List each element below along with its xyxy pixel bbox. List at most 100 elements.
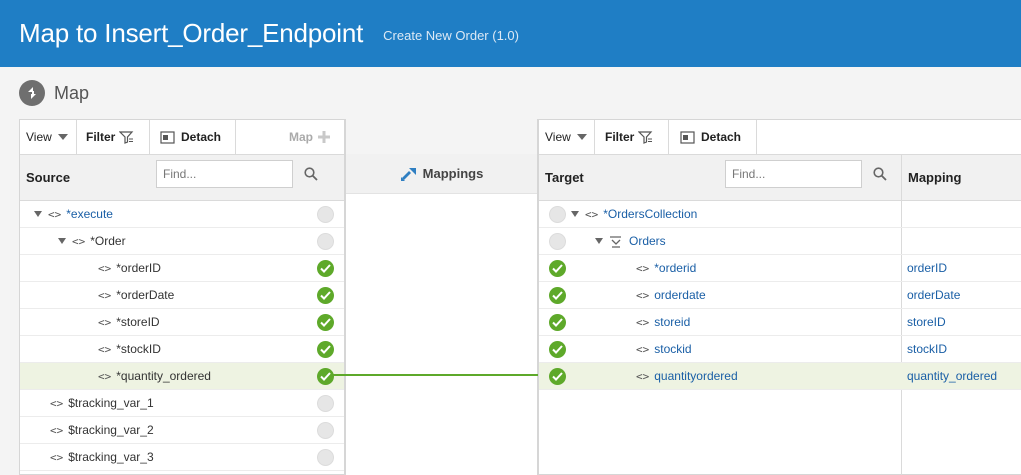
- tree-row-selected[interactable]: <> *quantity_ordered: [20, 363, 344, 390]
- tree-row[interactable]: <> stockid stockID: [539, 336, 1021, 363]
- page-title: Map to Insert_Order_Endpoint: [19, 18, 364, 48]
- tree-row[interactable]: <> *orderid orderID: [539, 255, 1021, 282]
- mapped-check-icon: [317, 314, 334, 331]
- tree-row[interactable]: <> $tracking_var_1: [20, 390, 344, 417]
- tree-row[interactable]: Orders: [539, 228, 1021, 255]
- expand-icon[interactable]: [34, 211, 42, 217]
- tree-row[interactable]: <> *OrdersCollection: [539, 201, 1021, 228]
- tree-row[interactable]: <> orderdate orderDate: [539, 282, 1021, 309]
- tree-row-selected[interactable]: <> quantityordered quantity_ordered: [539, 363, 1021, 390]
- target-toolbar: View Filter Detach: [539, 119, 1021, 155]
- mappings-label: Mappings: [422, 166, 484, 181]
- mapping-column-header: Mapping: [901, 155, 1021, 201]
- element-icon: <>: [50, 450, 64, 464]
- source-toolbar: View Filter Detach Map: [20, 119, 344, 155]
- node-name: stockid: [654, 342, 692, 356]
- map-icon: [19, 80, 45, 106]
- tree-row[interactable]: <> *stockID: [20, 336, 344, 363]
- map-button-label: Map: [289, 130, 313, 144]
- mapping-value[interactable]: orderDate: [907, 288, 960, 302]
- node-name: *Order: [90, 234, 126, 248]
- target-view-menu[interactable]: View: [539, 119, 595, 155]
- element-icon: <>: [636, 342, 650, 356]
- expand-icon[interactable]: [571, 211, 579, 217]
- source-filter-button[interactable]: Filter: [77, 119, 150, 155]
- mapping-connector-line: [333, 374, 555, 376]
- map-bar: Map: [0, 67, 1021, 119]
- tree-row[interactable]: <> *orderDate: [20, 282, 344, 309]
- source-detach-button[interactable]: Detach: [150, 119, 236, 155]
- tree-row[interactable]: <> *storeID: [20, 309, 344, 336]
- mapping-value[interactable]: stockID: [907, 342, 947, 356]
- tree-row[interactable]: <> $tracking_var_2: [20, 417, 344, 444]
- node-name: orderdate: [654, 288, 706, 302]
- element-icon: <>: [72, 234, 86, 248]
- unmapped-status-icon: [317, 233, 334, 250]
- tree-row[interactable]: <> $tracking_var_3: [20, 444, 344, 471]
- source-view-menu[interactable]: View: [20, 119, 77, 155]
- node-name: $tracking_var_3: [68, 450, 154, 464]
- mapping-value[interactable]: storeID: [907, 315, 946, 329]
- node-name: *orderDate: [116, 288, 175, 302]
- chevron-down-icon: [576, 134, 587, 140]
- source-panel: View Filter Detach Map Source <> *execute…: [19, 119, 345, 475]
- chevron-down-icon: [57, 134, 68, 140]
- element-icon: <>: [98, 315, 112, 329]
- target-panel: View Filter Detach Target Mapping <> *Ord…: [538, 119, 1021, 475]
- element-icon: <>: [636, 261, 650, 275]
- node-name: *stockID: [116, 342, 161, 356]
- unmapped-status-icon: [317, 206, 334, 223]
- tree-row[interactable]: <> storeid storeID: [539, 309, 1021, 336]
- mapped-check-icon: [549, 287, 566, 304]
- mappings-panel: Mappings: [345, 119, 538, 475]
- element-icon: <>: [636, 369, 650, 383]
- target-filter-button[interactable]: Filter: [595, 119, 669, 155]
- tree-row[interactable]: <> *execute: [20, 201, 344, 228]
- source-label: Source: [26, 170, 71, 185]
- node-name: quantityordered: [654, 369, 738, 383]
- element-icon: <>: [636, 288, 650, 302]
- target-find-input[interactable]: [725, 160, 862, 188]
- view-label: View: [545, 130, 571, 144]
- target-label: Target: [545, 170, 584, 185]
- map-label: Map: [54, 82, 90, 103]
- node-name: *orderID: [116, 261, 161, 275]
- search-icon[interactable]: [873, 167, 887, 181]
- detach-label: Detach: [181, 130, 222, 144]
- unmapped-status-icon: [317, 422, 334, 439]
- unmapped-status-icon: [317, 449, 334, 466]
- expand-icon[interactable]: [595, 238, 603, 244]
- element-icon: <>: [98, 369, 112, 383]
- expand-icon[interactable]: [58, 238, 66, 244]
- element-icon: <>: [50, 423, 64, 437]
- detach-label: Detach: [701, 130, 742, 144]
- node-name: *OrdersCollection: [603, 207, 698, 221]
- tree-row[interactable]: <> *orderID: [20, 255, 344, 282]
- element-icon: <>: [636, 315, 650, 329]
- source-map-button[interactable]: Map: [236, 120, 344, 155]
- page-header: Map to Insert_Order_Endpoint Create New …: [0, 0, 1021, 67]
- node-name: $tracking_var_1: [68, 396, 154, 410]
- node-name: Orders: [629, 234, 666, 248]
- repeating-element-icon: [610, 235, 621, 248]
- mapping-value[interactable]: orderID: [907, 261, 947, 275]
- element-icon: <>: [48, 207, 62, 221]
- mapped-check-icon: [317, 287, 334, 304]
- node-name: *execute: [66, 207, 113, 221]
- search-icon[interactable]: [304, 167, 318, 181]
- node-name: storeid: [654, 315, 691, 329]
- tree-row[interactable]: <> *Order: [20, 228, 344, 255]
- mapped-check-icon: [549, 341, 566, 358]
- element-icon: <>: [98, 261, 112, 275]
- mappings-header: Mappings: [346, 154, 537, 194]
- mapping-value[interactable]: quantity_ordered: [907, 369, 997, 383]
- mappings-icon: [400, 167, 416, 181]
- filter-icon: [119, 130, 134, 144]
- node-name: *storeID: [116, 315, 160, 329]
- unmapped-status-icon: [317, 395, 334, 412]
- target-detach-button[interactable]: Detach: [669, 119, 757, 155]
- source-find-input[interactable]: [156, 160, 293, 188]
- filter-icon: [638, 130, 653, 144]
- unmapped-status-icon: [549, 206, 566, 223]
- filter-label: Filter: [86, 130, 116, 144]
